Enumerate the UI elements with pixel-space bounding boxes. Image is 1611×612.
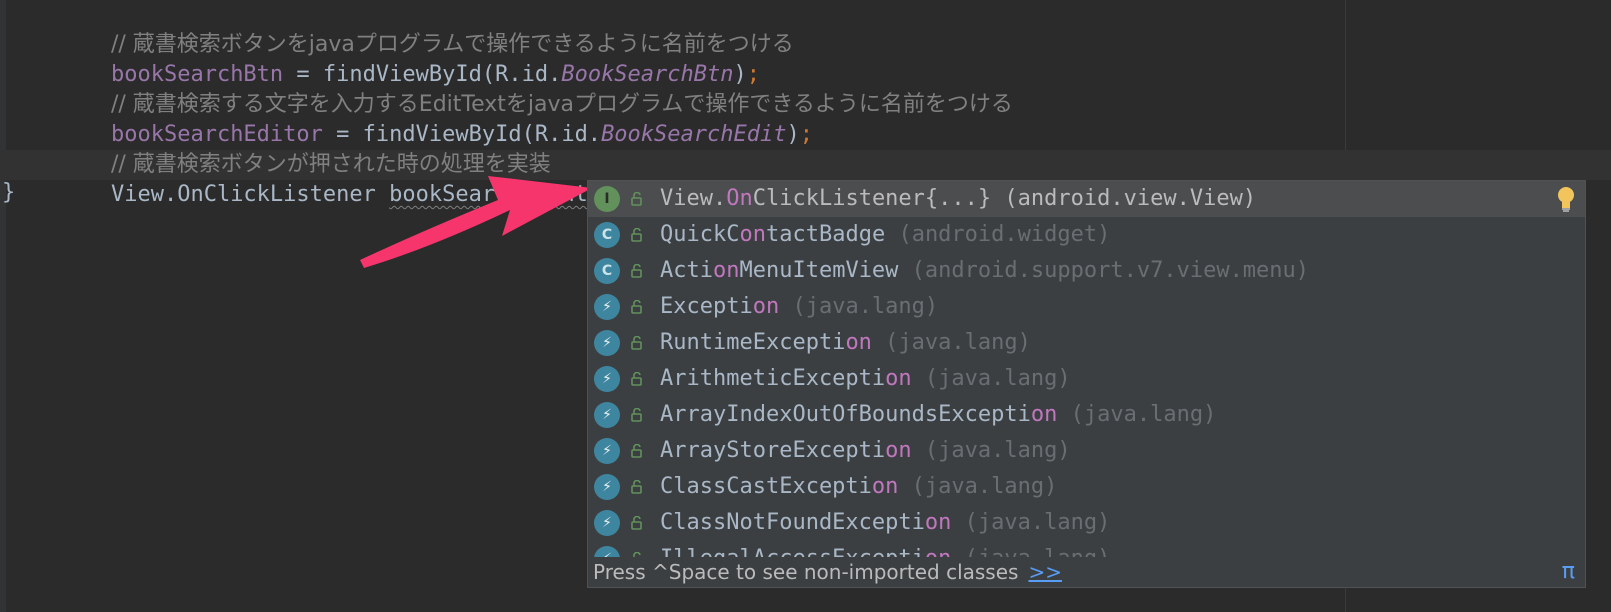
item-prefix: ClassNotFoundExcepti [660,510,925,535]
item-package: (java.lang) [779,294,939,319]
item-match: on [1030,402,1058,427]
item-package: (java.lang) [871,330,1031,355]
item-package: (java.lang) [951,510,1111,535]
completion-item-text: ActionMenuItemView (android.support.v7.v… [660,253,1309,289]
exception-icon: ⚡ [594,438,620,464]
item-match: on [925,546,952,557]
item-package: (java.lang) [1057,402,1217,427]
item-package: (java.lang) [951,546,1111,557]
completion-item-text: ArrayStoreException (java.lang) [660,433,1071,469]
unlock-icon [630,263,644,278]
unlock-icon [630,371,644,386]
unlock-icon [630,479,644,494]
item-package: (android.support.v7.view.menu) [898,258,1310,283]
exception-icon: ⚡ [594,330,620,356]
completion-item-text: ClassCastException (java.lang) [660,469,1057,505]
item-prefix: Acti [660,258,713,283]
code-line-book-search-editor[interactable]: bookSearchEditor = findViewById(R.id.Boo… [58,90,813,147]
unlock-icon [630,407,644,422]
exception-icon: ⚡ [594,294,620,320]
resource-id: BookSearchEdit [601,122,787,147]
completion-item[interactable]: ⚡ RuntimeException (java.lang) [588,325,1585,361]
item-match: on [712,258,740,283]
item-package: (java.lang) [911,366,1071,391]
completion-item[interactable]: ⚡ ArrayIndexOutOfBoundsException (java.la… [588,397,1585,433]
close-paren: ) [786,122,800,147]
completion-item[interactable]: ⚡ ArrayStoreException (java.lang) [588,433,1585,469]
item-match: on [885,366,912,391]
item-suffix: MenuItemView [739,258,899,283]
item-prefix: ArithmeticExcepti [660,366,886,391]
item-match: on [845,330,872,355]
completion-item[interactable]: ⚡ ClassCastException (java.lang) [588,469,1585,505]
item-match: on [885,438,912,463]
item-package: (java.lang) [898,474,1058,499]
code-line-comment-1[interactable]: // 蔵書検索ボタンをjavaプログラムで操作できるように名前をつける [58,0,794,57]
editor-gutter [0,0,6,612]
completion-item-text: ArrayIndexOutOfBoundsException (java.lan… [660,397,1216,433]
item-match: on [871,474,899,499]
item-match: on [752,294,780,319]
completion-item[interactable]: ⚡ IllegalAccessException (java.lang) [588,541,1585,557]
completion-item[interactable]: C QuickContactBadge (android.widget) [588,217,1585,253]
semicolon: ; [799,122,813,147]
item-prefix: ClassCastExcepti [660,474,872,499]
footer-hint-text: Press ^Space to see non-imported classes [593,560,1019,584]
completion-popup[interactable]: I View.OnClickListener{...} (android.view… [587,180,1586,588]
non-imported-link[interactable]: >> [1028,560,1062,584]
lightbulb-icon[interactable] [1555,185,1577,213]
item-prefix: RuntimeExcepti [660,330,846,355]
completion-item-text: QuickContactBadge (android.widget) [660,217,1110,253]
annotation-arrow-icon [360,176,592,268]
item-package: (java.lang) [911,438,1071,463]
unlock-icon [630,227,644,242]
item-prefix: Excepti [660,294,753,319]
item-match: On [726,186,753,211]
unlock-icon [630,335,644,350]
exception-icon: ⚡ [594,510,620,536]
closing-brace: } [2,180,16,205]
code-line-comment-3[interactable]: // 蔵書検索ボタンが押された時の処理を実装 [58,120,551,177]
item-prefix: QuickC [660,222,740,247]
completion-item-text: Exception (java.lang) [660,289,938,325]
item-package: (android.widget) [885,222,1111,247]
class-icon: C [594,222,620,248]
completion-item[interactable]: ⚡ Exception (java.lang) [588,289,1585,325]
completion-list[interactable]: I View.OnClickListener{...} (android.view… [588,181,1585,557]
unlock-icon [630,191,644,206]
type-name: View.OnClickListener [110,182,390,207]
item-prefix: ArrayIndexOutOfBoundsExcepti [660,402,1031,427]
completion-item-text: ArithmeticException (java.lang) [660,361,1071,397]
completion-item-text: ClassNotFoundException (java.lang) [660,505,1110,541]
completion-item-text: RuntimeException (java.lang) [660,325,1031,361]
item-match: on [924,510,952,535]
item-match: on [739,222,766,247]
completion-item[interactable]: I View.OnClickListener{...} (android.view… [588,181,1585,217]
pi-icon[interactable]: π [1562,557,1575,587]
code-line-comment-2[interactable]: // 蔵書検索する文字を入力するEditTextをjavaプログラムで操作できる… [58,60,1013,117]
item-suffix: tactBadge [765,222,886,247]
footer-hint: Press ^Space to see non-imported classes… [593,557,1062,587]
exception-icon: ⚡ [594,402,620,428]
completion-item-text: IllegalAccessException (java.lang) [660,541,1110,557]
completion-item-text: View.OnClickListener{...} (android.view.… [660,181,1256,217]
item-package: (android.view.View) [991,186,1257,211]
item-prefix: ArrayStoreExcepti [660,438,886,463]
class-icon: C [594,258,620,284]
unlock-icon [630,515,644,530]
completion-item[interactable]: ⚡ ClassNotFoundException (java.lang) [588,505,1585,541]
item-suffix: ClickListener{...} [752,186,992,211]
exception-icon: ⚡ [594,546,620,557]
unlock-icon [630,299,644,314]
exception-icon: ⚡ [594,474,620,500]
item-prefix: View. [660,186,727,211]
item-prefix: IllegalAccessExcepti [660,546,925,557]
interface-icon: I [594,186,620,212]
exception-icon: ⚡ [594,366,620,392]
completion-item[interactable]: C ActionMenuItemView (android.support.v7.… [588,253,1585,289]
completion-item[interactable]: ⚡ ArithmeticException (java.lang) [588,361,1585,397]
unlock-icon [630,443,644,458]
completion-footer: Press ^Space to see non-imported classes… [588,557,1585,587]
code-line-book-search-btn[interactable]: bookSearchBtn = findViewById(R.id.BookSe… [58,30,760,87]
